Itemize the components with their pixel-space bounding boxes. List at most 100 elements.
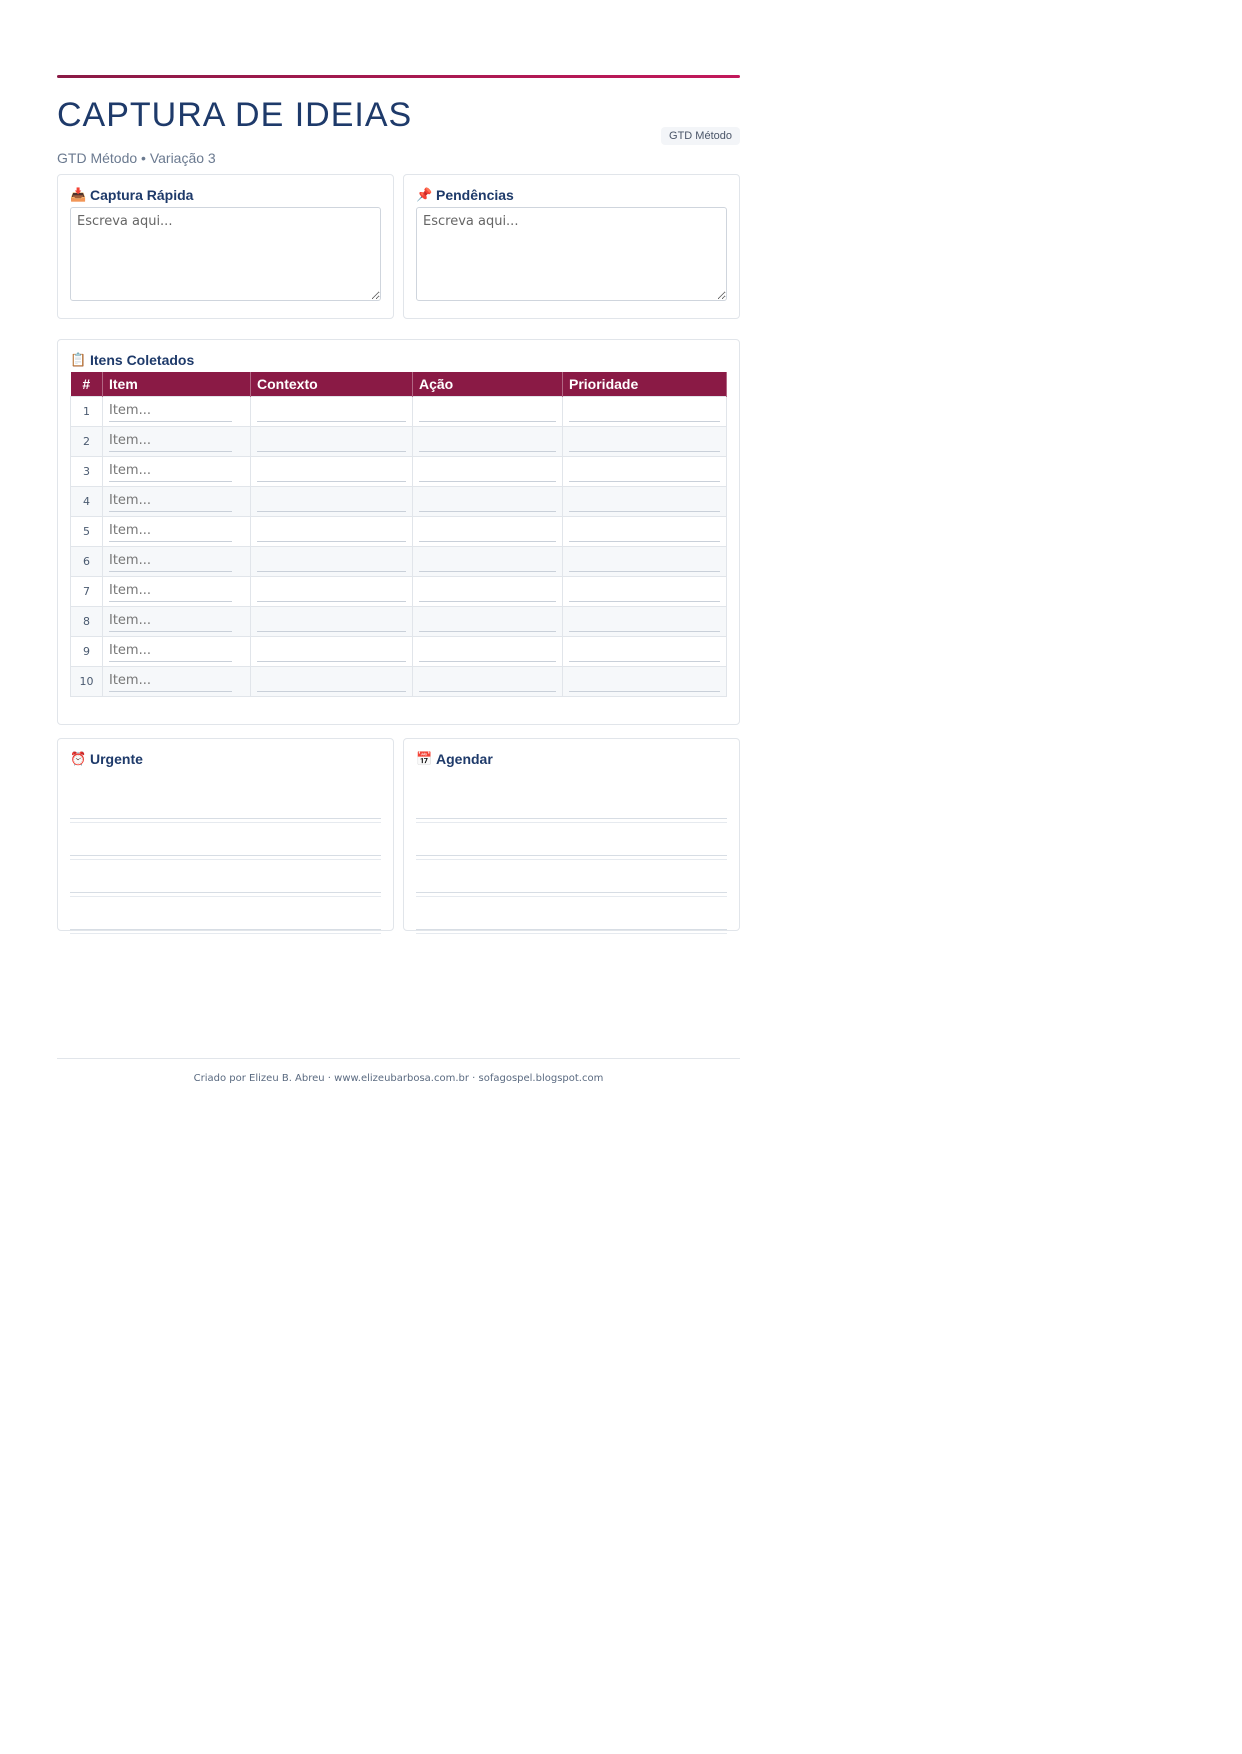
priority-cell[interactable] [562,396,727,427]
calendar-icon: 📅 [416,751,433,766]
cell-underline [419,691,556,692]
cell-underline [109,451,232,452]
urgent-title: Urgente [90,751,143,767]
context-cell[interactable] [250,456,413,487]
item-placeholder: Item... [109,552,151,568]
cell-underline [569,661,720,662]
cell-underline [257,451,406,452]
priority-cell[interactable] [562,426,727,457]
action-cell[interactable] [412,666,563,697]
write-line[interactable] [70,856,381,897]
cell-underline [419,661,556,662]
priority-cell[interactable] [562,486,727,517]
context-cell[interactable] [250,546,413,577]
row-number: 5 [70,516,103,547]
cell-underline [569,541,720,542]
action-cell[interactable] [412,456,563,487]
capture-row: 📥 Captura Rápida 📌 Pendências [57,174,740,319]
cell-underline [569,571,720,572]
urgent-lines [70,782,381,934]
table-row: 7 Item... [70,576,727,607]
action-cell[interactable] [412,486,563,517]
row-number: 3 [70,456,103,487]
cell-underline [419,631,556,632]
item-cell[interactable]: Item... [102,636,251,667]
cell-underline [569,601,720,602]
context-cell[interactable] [250,606,413,637]
table-row: 3 Item... [70,456,727,487]
cell-underline [419,481,556,482]
table-row: 2 Item... [70,426,727,457]
schedule-lines [416,782,727,934]
item-cell[interactable]: Item... [102,546,251,577]
cell-underline [109,541,232,542]
priority-cell[interactable] [562,636,727,667]
item-cell[interactable]: Item... [102,516,251,547]
alarm-clock-icon: ⏰ [70,751,87,766]
quick-capture-input[interactable] [70,207,381,301]
action-cell[interactable] [412,576,563,607]
write-line[interactable] [416,893,727,934]
column-header-context: Contexto [250,372,413,397]
context-cell[interactable] [250,396,413,427]
cell-underline [109,511,232,512]
item-cell[interactable]: Item... [102,456,251,487]
column-header-item: Item [102,372,251,397]
row-number: 4 [70,486,103,517]
bottom-row: ⏰ Urgente 📅 Agendar [57,738,740,934]
context-cell[interactable] [250,426,413,457]
collected-items-heading: 📋 Itens Coletados [70,352,727,368]
action-cell[interactable] [412,516,563,547]
context-cell[interactable] [250,636,413,667]
cell-underline [257,631,406,632]
action-cell[interactable] [412,606,563,637]
context-cell[interactable] [250,516,413,547]
item-cell[interactable]: Item... [102,606,251,637]
write-line[interactable] [70,819,381,860]
table-header-row: # Item Contexto Ação Prioridade [70,372,727,397]
page-footer: Criado por Elizeu B. Abreu · www.elizeub… [57,1058,740,1084]
item-cell[interactable]: Item... [102,426,251,457]
priority-cell[interactable] [562,666,727,697]
schedule-card: 📅 Agendar [403,738,740,934]
priority-cell[interactable] [562,576,727,607]
write-line[interactable] [70,893,381,934]
item-placeholder: Item... [109,612,151,628]
context-cell[interactable] [250,666,413,697]
item-cell[interactable]: Item... [102,576,251,607]
table-row: 10 Item... [70,666,727,697]
cell-underline [419,451,556,452]
quick-capture-title: Captura Rápida [90,187,194,203]
priority-cell[interactable] [562,516,727,547]
write-line[interactable] [416,782,727,823]
write-line[interactable] [416,856,727,897]
action-cell[interactable] [412,636,563,667]
context-cell[interactable] [250,576,413,607]
write-line[interactable] [416,819,727,860]
cell-underline [257,691,406,692]
cell-underline [419,571,556,572]
schedule-heading: 📅 Agendar [416,751,727,767]
write-line[interactable] [70,782,381,823]
action-cell[interactable] [412,426,563,457]
item-cell[interactable]: Item... [102,396,251,427]
action-cell[interactable] [412,546,563,577]
cell-underline [569,451,720,452]
context-cell[interactable] [250,486,413,517]
priority-cell[interactable] [562,456,727,487]
item-placeholder: Item... [109,432,151,448]
item-cell[interactable]: Item... [102,486,251,517]
pending-input[interactable] [416,207,727,301]
table-row: 5 Item... [70,516,727,547]
cell-underline [257,421,406,422]
priority-cell[interactable] [562,606,727,637]
cell-underline [109,661,232,662]
item-cell[interactable]: Item... [102,666,251,697]
cell-underline [257,661,406,662]
table-row: 4 Item... [70,486,727,517]
pending-heading: 📌 Pendências [416,187,727,203]
collected-items-title: Itens Coletados [90,352,195,368]
action-cell[interactable] [412,396,563,427]
table-row: 9 Item... [70,636,727,667]
priority-cell[interactable] [562,546,727,577]
